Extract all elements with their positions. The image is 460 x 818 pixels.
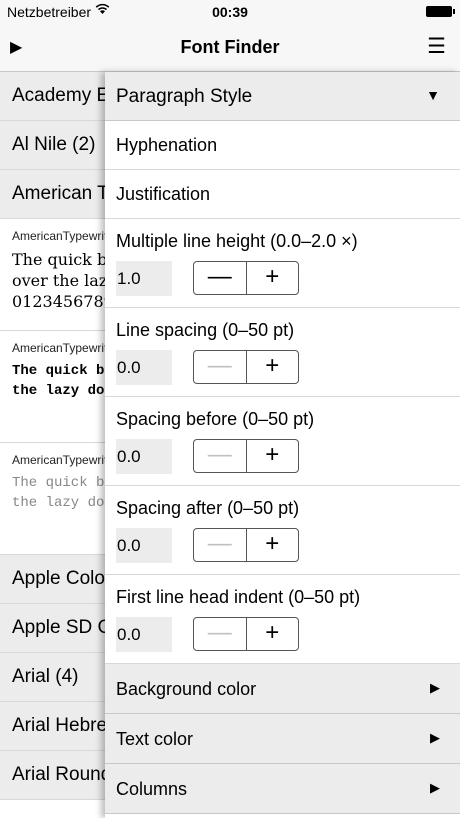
decrement-button[interactable]: — — [194, 618, 247, 650]
decrement-button[interactable]: — — [194, 440, 247, 472]
page-title: Font Finder — [180, 37, 280, 57]
background-color-section[interactable]: Background color ▶ — [105, 664, 460, 714]
head-indent-stepper: — + — [193, 617, 299, 651]
font-family-item[interactable]: Arial (4) — [0, 653, 105, 702]
clock: 00:39 — [212, 4, 248, 20]
font-family-item[interactable]: Arial Hebrew — [0, 702, 105, 751]
line-height-setting: Multiple line height (0.0–2.0 ×) 1.0 — + — [105, 219, 460, 308]
navigation-bar: ▶ Font Finder ☰ — [0, 24, 460, 72]
font-sample-text: The quick brown fox jumps over the lazy … — [12, 250, 105, 311]
setting-label: Multiple line height (0.0–2.0 ×) — [116, 231, 358, 251]
font-sample-text: The quick brown fox jumps over the lazy … — [12, 475, 105, 511]
font-sample-item[interactable]: AmericanTypewriter The quick brown fox j… — [0, 219, 105, 331]
spacing-after-stepper: — + — [193, 528, 299, 562]
font-family-item[interactable]: Apple SD Gothic Neo — [0, 604, 105, 653]
line-spacing-stepper: — + — [193, 350, 299, 384]
setting-label: Spacing before (0–50 pt) — [116, 409, 315, 429]
font-sample-name: AmericanTypewriter — [12, 229, 105, 243]
font-family-item[interactable]: Al Nile (2) — [0, 121, 105, 170]
head-indent-value[interactable]: 0.0 — [116, 617, 172, 652]
setting-label: Line spacing (0–50 pt) — [116, 320, 295, 340]
font-family-item[interactable]: Arial Rounded MT Bold — [0, 751, 105, 800]
collapse-arrow-icon: ▼ — [426, 87, 440, 103]
expand-arrow-icon: ▶ — [430, 730, 440, 745]
increment-button[interactable]: + — [247, 351, 299, 383]
paragraph-style-header[interactable]: Paragraph Style ▼ — [105, 72, 460, 121]
setting-label: Spacing after (0–50 pt) — [116, 498, 300, 518]
setting-label: First line head indent (0–50 pt) — [116, 587, 361, 607]
expand-arrow-icon: ▶ — [430, 780, 440, 795]
font-sample-name: AmericanTypewriter-Light — [12, 453, 105, 467]
increment-button[interactable]: + — [247, 529, 299, 561]
font-family-item[interactable]: Apple Color Emoji — [0, 555, 105, 604]
text-color-section[interactable]: Text color ▶ — [105, 714, 460, 764]
paragraph-style-label: Paragraph Style — [116, 86, 253, 107]
menu-icon[interactable]: ☰ — [427, 34, 446, 59]
battery-icon — [426, 6, 455, 17]
status-bar: Netzbetreiber 00:39 — [0, 0, 460, 24]
hyphenation-option[interactable]: Hyphenation — [105, 121, 460, 170]
font-sample-text: The quick brown fox jumps over the lazy … — [12, 363, 105, 399]
increment-button[interactable]: + — [247, 262, 299, 294]
expand-arrow-icon: ▶ — [430, 680, 440, 695]
spacing-after-setting: Spacing after (0–50 pt) 0.0 — + — [105, 486, 460, 575]
decrement-button[interactable]: — — [194, 262, 247, 294]
spacing-after-value[interactable]: 0.0 — [116, 528, 172, 563]
spacing-before-stepper: — + — [193, 439, 299, 473]
line-spacing-value[interactable]: 0.0 — [116, 350, 172, 385]
head-indent-setting: First line head indent (0–50 pt) 0.0 — + — [105, 575, 460, 664]
line-spacing-setting: Line spacing (0–50 pt) 0.0 — + — [105, 308, 460, 397]
line-height-stepper: — + — [193, 261, 299, 295]
increment-button[interactable]: + — [247, 618, 299, 650]
font-sample-item[interactable]: AmericanTypewriter-Light The quick brown… — [0, 443, 105, 555]
font-family-item[interactable]: American Typewriter — [0, 170, 105, 219]
section-label: Columns — [116, 779, 188, 799]
font-family-list: Academy Engraved LET Al Nile (2) America… — [0, 72, 105, 818]
decrement-button[interactable]: — — [194, 529, 247, 561]
increment-button[interactable]: + — [247, 440, 299, 472]
justification-option[interactable]: Justification — [105, 170, 460, 219]
section-label: Text color — [116, 729, 194, 749]
font-family-item[interactable]: Academy Engraved LET — [0, 72, 105, 121]
settings-panel: Paragraph Style ▼ Hyphenation Justificat… — [105, 72, 460, 818]
font-sample-item[interactable]: AmericanTypewriter-Bold The quick brown … — [0, 331, 105, 443]
font-sample-name: AmericanTypewriter-Bold — [12, 341, 105, 355]
line-height-value[interactable]: 1.0 — [116, 261, 172, 296]
section-label: Background color — [116, 679, 257, 699]
columns-section[interactable]: Columns ▶ — [105, 764, 460, 814]
spacing-before-value[interactable]: 0.0 — [116, 439, 172, 474]
spacing-before-setting: Spacing before (0–50 pt) 0.0 — + — [105, 397, 460, 486]
decrement-button[interactable]: — — [194, 351, 247, 383]
